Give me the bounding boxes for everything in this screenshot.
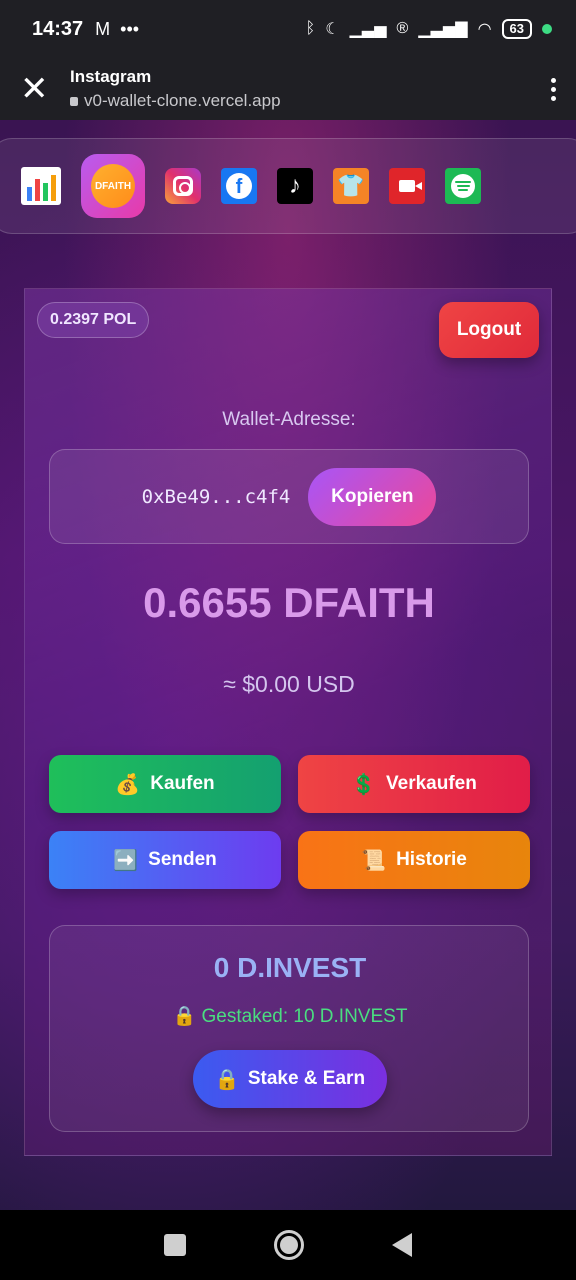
android-nav-bar bbox=[0, 1210, 576, 1280]
history-button[interactable]: 📜 Historie bbox=[298, 831, 530, 889]
address-box: 0xBe49...c4f4 Kopieren bbox=[49, 449, 529, 544]
status-bar: 14:37 M ••• ᛒ ☾ ▁▃▅ ® ▁▃▅▇ ◠ 63 bbox=[0, 0, 576, 58]
scroll-icon: 📜 bbox=[361, 848, 387, 872]
wallet-card: 0.2397 POL Logout Wallet-Adresse: 0xBe49… bbox=[24, 288, 552, 1156]
lock-icon: 🔒 bbox=[214, 1067, 240, 1091]
stake-earn-label: Stake & Earn bbox=[247, 1068, 366, 1089]
send-button[interactable]: ➡️ Senden bbox=[49, 831, 281, 889]
signal-icon: ▁▃▅▇ bbox=[418, 21, 468, 38]
dollar-sign-icon: 💲 bbox=[351, 772, 377, 796]
staked-amount: 🔒 Gestaked: 10 D.INVEST bbox=[172, 1006, 408, 1027]
pol-balance-badge: 0.2397 POL bbox=[37, 302, 150, 338]
buy-button[interactable]: 💰 Kaufen bbox=[49, 755, 281, 813]
moon-icon: ☾ bbox=[325, 21, 340, 38]
money-bag-icon: 💰 bbox=[115, 772, 141, 796]
invest-amount: 0 D.INVEST bbox=[213, 952, 367, 983]
invest-card: 0 D.INVEST 🔒 Gestaked: 10 D.INVEST 🔒 Sta… bbox=[49, 925, 529, 1132]
dfaith-label: DFAITH bbox=[91, 164, 135, 208]
more-dots-icon: ••• bbox=[120, 18, 140, 39]
instagram-icon[interactable] bbox=[165, 168, 201, 204]
dfaith-balance: 0.6655 DFAITH bbox=[143, 579, 435, 626]
app-strip: DFAITH f ♪ 👕 bbox=[0, 138, 576, 234]
bar-chart-icon[interactable] bbox=[21, 167, 61, 205]
history-label: Historie bbox=[396, 849, 467, 870]
recents-icon[interactable] bbox=[164, 1234, 186, 1256]
copy-button[interactable]: Kopieren bbox=[308, 467, 437, 526]
video-camera-icon[interactable] bbox=[389, 168, 425, 204]
wallet-address: 0xBe49...c4f4 bbox=[141, 485, 291, 508]
facebook-icon[interactable]: f bbox=[221, 168, 257, 204]
wallet-page: DFAITH f ♪ 👕 0.2397 POL Logout Wallet-Ad… bbox=[0, 120, 576, 1210]
usd-value: ≈ $0.00 USD bbox=[223, 671, 355, 697]
signal-off-icon: ▁▃▅ bbox=[349, 21, 387, 38]
bluetooth-icon: ᛒ bbox=[305, 20, 316, 37]
dfaith-logo-icon[interactable]: DFAITH bbox=[81, 154, 145, 218]
tshirt-icon[interactable]: 👕 bbox=[333, 168, 369, 204]
privacy-dot-icon bbox=[542, 24, 552, 34]
registered-icon: ® bbox=[396, 20, 409, 37]
back-icon[interactable] bbox=[392, 1233, 412, 1257]
browser-title: Instagram bbox=[70, 67, 152, 86]
close-icon[interactable]: ✕ bbox=[20, 69, 60, 109]
kebab-menu-icon[interactable] bbox=[551, 77, 556, 101]
stake-earn-button[interactable]: 🔒 Stake & Earn bbox=[193, 1050, 387, 1108]
battery-indicator: 63 bbox=[501, 19, 532, 39]
logout-button[interactable]: Logout bbox=[439, 302, 539, 358]
buy-label: Kaufen bbox=[150, 773, 215, 794]
home-icon[interactable] bbox=[274, 1230, 304, 1260]
send-label: Senden bbox=[148, 849, 217, 870]
spotify-icon[interactable] bbox=[445, 168, 481, 204]
sell-label: Verkaufen bbox=[386, 773, 477, 794]
gmail-icon: M bbox=[95, 18, 111, 39]
lock-icon bbox=[70, 96, 78, 106]
sell-button[interactable]: 💲 Verkaufen bbox=[298, 755, 530, 813]
address-label: Wallet-Adresse: bbox=[222, 409, 356, 430]
browser-bar: ✕ Instagram v0-wallet-clone.vercel.app bbox=[0, 58, 576, 120]
tiktok-icon[interactable]: ♪ bbox=[277, 168, 313, 204]
status-time: 14:37 bbox=[32, 17, 84, 40]
browser-url[interactable]: v0-wallet-clone.vercel.app bbox=[84, 91, 281, 111]
wifi-icon: ◠ bbox=[477, 21, 492, 38]
right-arrow-icon: ➡️ bbox=[113, 848, 139, 872]
